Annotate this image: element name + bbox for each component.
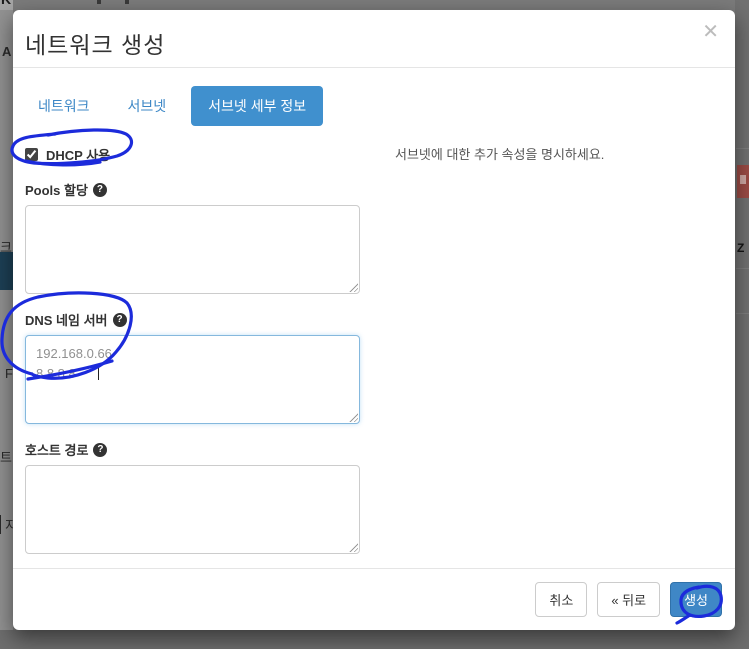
- subnet-details-description: 서브넷에 대한 추가 속성을 명시하세요.: [395, 147, 605, 162]
- tab-network[interactable]: 네트워크: [25, 86, 103, 126]
- modal-header: 네트워크 생성 ✕: [13, 10, 735, 68]
- dns-label: DNS 네임 서버 ?: [25, 310, 373, 329]
- dhcp-checkbox-row: DHCP 사용: [25, 144, 373, 164]
- tab-subnet[interactable]: 서브넷: [115, 86, 180, 126]
- dimmed-text-fragment: F: [5, 366, 13, 381]
- dimmed-text-fragment: [125, 0, 129, 4]
- help-icon[interactable]: ?: [92, 182, 107, 197]
- dimmed-text-fragment: A: [2, 44, 12, 59]
- host-routes-label: 호스트 경로 ?: [25, 440, 373, 459]
- pools-textarea[interactable]: [25, 205, 360, 294]
- help-column: 서브넷에 대한 추가 속성을 명시하세요.: [373, 136, 721, 570]
- dhcp-checkbox[interactable]: [25, 147, 38, 161]
- modal-body: 네트워크 서브넷 서브넷 세부 정보 DHCP 사용 Pools 할당 ? DN…: [13, 68, 735, 570]
- dns-field-wrap: 192.168.0.66 8.8.8.8: [25, 335, 360, 424]
- host-routes-textarea[interactable]: [25, 465, 360, 554]
- dimmed-divider: [736, 268, 749, 269]
- back-button[interactable]: « 뒤로: [597, 582, 661, 617]
- pools-field-wrap: [25, 205, 360, 294]
- modal-title: 네트워크 생성: [25, 32, 166, 58]
- dimmed-sidebar-strip: [0, 0, 13, 630]
- dimmed-selected-menu-item: [0, 252, 13, 290]
- close-icon[interactable]: ✕: [702, 22, 719, 42]
- wizard-tabs: 네트워크 서브넷 서브넷 세부 정보: [25, 86, 721, 126]
- dimmed-top-strip: [13, 0, 735, 10]
- logo-fragment: K: [1, 0, 11, 7]
- dimmed-text-fragment: [97, 0, 101, 4]
- dimmed-menu-fragment: 트: [0, 450, 12, 465]
- help-icon[interactable]: ?: [93, 442, 108, 457]
- dimmed-divider: [736, 148, 749, 149]
- tab-subnet-details[interactable]: 서브넷 세부 정보: [191, 86, 324, 126]
- cancel-button[interactable]: 취소: [535, 582, 588, 617]
- dimmed-text-fragment: Z: [737, 241, 745, 255]
- modal-footer: 취소 « 뒤로 생성: [13, 568, 735, 630]
- dimmed-divider: [736, 313, 749, 314]
- pools-label: Pools 할당 ?: [25, 180, 373, 199]
- create-network-modal: 네트워크 생성 ✕ 네트워크 서브넷 서브넷 세부 정보 DHCP 사용 Poo…: [13, 10, 735, 630]
- text-caret: [98, 365, 99, 380]
- dimmed-danger-button-fragment: [737, 165, 749, 198]
- dhcp-checkbox-label[interactable]: DHCP 사용: [46, 145, 110, 164]
- dimmed-logo-corner: K: [0, 0, 13, 10]
- dimmed-table-strip: [735, 0, 749, 630]
- help-icon[interactable]: ?: [112, 312, 127, 327]
- create-button[interactable]: 생성: [670, 582, 722, 617]
- dimmed-trash-icon: [740, 175, 746, 184]
- host-routes-field-wrap: [25, 465, 360, 554]
- form-column: DHCP 사용 Pools 할당 ? DNS 네임 서버 ? 192.168.0…: [25, 136, 373, 570]
- dimmed-bottom-strip: [0, 630, 749, 649]
- dns-textarea[interactable]: 192.168.0.66 8.8.8.8: [25, 335, 360, 424]
